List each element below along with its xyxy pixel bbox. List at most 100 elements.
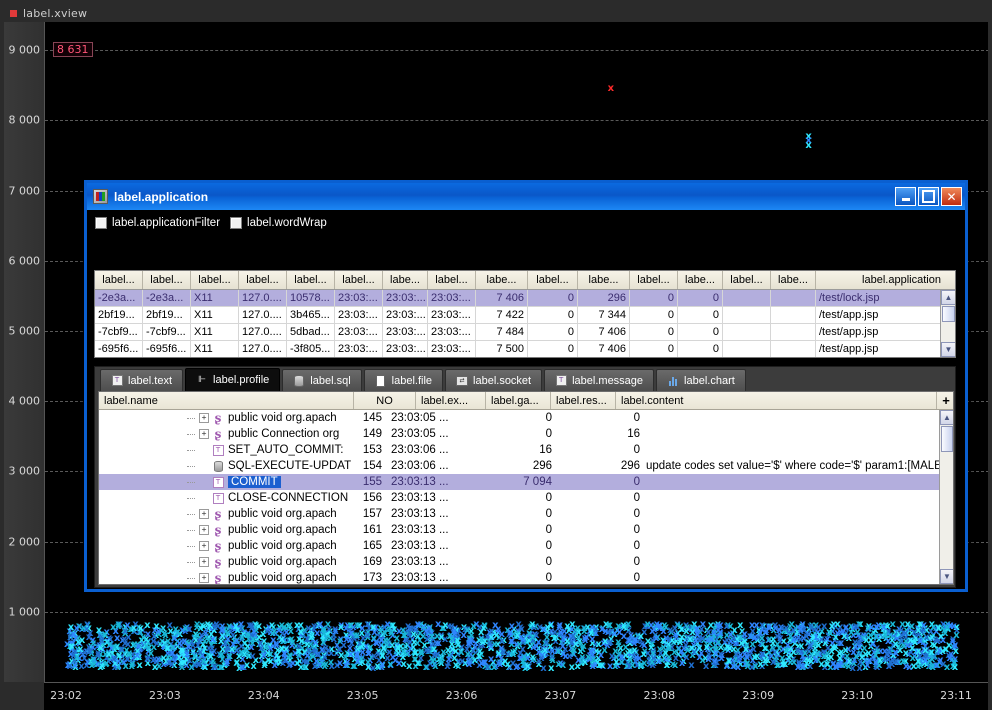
table-row[interactable]: -2e3a... -2e3a... X11 127.0.... 10578... 23:0… — [95, 290, 955, 307]
tree-row[interactable]: + ʂ public void org.apach 165 23:03:13 ... 0 0 — [99, 538, 953, 554]
profile-tree-table[interactable]: label.name NO label.ex... label.ga... label.… — [98, 391, 954, 585]
column-header[interactable]: label.res... — [551, 392, 616, 409]
scatter-point: x — [511, 646, 519, 658]
tree-row[interactable]: + ʂ public void org.apach 157 23:03:13 ... 0 0 — [99, 506, 953, 522]
expand-toggle-icon[interactable]: + — [199, 525, 209, 535]
expand-toggle-icon[interactable]: + — [199, 573, 209, 583]
column-header[interactable]: label.ga... — [486, 392, 551, 409]
tree-row[interactable]: + ʂ public void org.apach 173 23:03:13 ... 0 0 — [99, 570, 953, 584]
column-header[interactable]: label... — [428, 271, 476, 289]
tab-chart[interactable]: label.chart — [656, 369, 746, 391]
column-header[interactable]: label... — [723, 271, 771, 289]
table-cell: 23:03:... — [335, 290, 383, 306]
application-table-body[interactable]: -2e3a... -2e3a... X11 127.0.... 10578... 23:0… — [95, 290, 955, 357]
scatter-point: x — [473, 619, 480, 631]
column-header[interactable]: labe... — [578, 271, 630, 289]
expand-toggle-icon[interactable]: + — [199, 541, 209, 551]
application-titlebar[interactable]: label.application ✕ — [87, 183, 965, 210]
profile-tree-body[interactable]: + ʂ public void org.apach 145 23:03:05 ... 0 0… — [99, 410, 953, 584]
tree-row[interactable]: + ʂ public void org.apach 169 23:03:13 ... 0 0 — [99, 554, 953, 570]
scatter-point: x — [535, 655, 543, 667]
scroll-thumb[interactable] — [941, 426, 953, 452]
column-header[interactable]: label... — [191, 271, 239, 289]
column-header[interactable]: label... — [287, 271, 335, 289]
tab-text[interactable]: Tlabel.text — [100, 369, 184, 391]
word-wrap-checkbox[interactable]: label.wordWrap — [230, 217, 327, 229]
scatter-point: x — [271, 625, 278, 637]
column-header[interactable]: labe... — [678, 271, 723, 289]
scatter-point: x — [282, 623, 290, 635]
column-header[interactable]: label... — [143, 271, 191, 289]
scatter-point: x — [851, 654, 858, 666]
scatter-point: x — [682, 619, 690, 631]
scatter-point: x — [257, 638, 264, 650]
column-header[interactable]: label.ex... — [416, 392, 486, 409]
column-header[interactable]: labe... — [771, 271, 816, 289]
application-table-header[interactable]: label... label... label... label... label...… — [95, 271, 955, 290]
scatter-point: x — [705, 653, 712, 665]
expand-toggle-icon[interactable]: + — [199, 557, 209, 567]
scatter-point: x — [575, 632, 582, 644]
table-row[interactable]: -7cbf9... -7cbf9... X11 127.0.... 5dbad... 23… — [95, 324, 955, 341]
tree-row[interactable]: + ʂ public void org.apach 145 23:03:05 ... 0 0 — [99, 410, 953, 426]
column-header[interactable]: label... — [335, 271, 383, 289]
scatter-point: x — [181, 648, 189, 660]
scatter-point: x — [501, 655, 509, 667]
scatter-point: x — [711, 655, 718, 667]
application-table-scrollbar[interactable]: ▲ ▼ — [940, 290, 955, 357]
profile-tree-header[interactable]: label.name NO label.ex... label.ga... label.… — [99, 392, 953, 410]
expand-toggle-icon[interactable]: + — [199, 509, 209, 519]
checkbox-icon[interactable] — [230, 217, 243, 229]
tree-row[interactable]: + ʂ public Connection org 149 23:03:05 ... 0 1… — [99, 426, 953, 442]
scatter-point: x — [412, 624, 419, 636]
scroll-down-icon[interactable]: ▼ — [941, 342, 955, 357]
profile-tree-scrollbar[interactable]: ▲ ▼ — [939, 410, 953, 584]
scatter-point: x — [915, 628, 923, 640]
close-button[interactable]: ✕ — [941, 187, 962, 206]
application-table[interactable]: label... label... label... label... label...… — [94, 270, 956, 358]
y-axis-tick: 1 000 — [8, 605, 41, 619]
tab-sql[interactable]: label.sql — [282, 369, 362, 391]
column-header[interactable]: label... — [528, 271, 578, 289]
column-header[interactable]: label... — [95, 271, 143, 289]
tab-message[interactable]: Tlabel.message — [544, 369, 655, 391]
column-header[interactable]: NO — [354, 392, 416, 409]
scatter-point: x — [613, 657, 620, 669]
scatter-point: x — [725, 654, 732, 666]
table-row[interactable]: -695f6... -695f6... X11 127.0.... -3f805... 2… — [95, 341, 955, 357]
column-header[interactable]: labe... — [383, 271, 428, 289]
column-header[interactable]: label.application — [816, 271, 955, 289]
column-header[interactable]: label... — [630, 271, 678, 289]
scatter-point: x — [678, 624, 685, 636]
scatter-point: x — [530, 622, 538, 634]
expand-toggle-icon[interactable]: + — [199, 413, 209, 423]
tab-file[interactable]: label.file — [363, 369, 444, 391]
column-header[interactable]: label.content — [616, 392, 937, 409]
scatter-point: x — [694, 623, 701, 635]
tree-row[interactable]: + ʂ public void org.apach 161 23:03:13 ... 0 0 — [99, 522, 953, 538]
tree-row[interactable]: T CLOSE-CONNECTION 156 23:03:13 ... 0 0 — [99, 490, 953, 506]
column-header[interactable]: label.name — [99, 392, 354, 409]
tree-row[interactable]: T COMMIT 155 23:03:13 ... 7 094 0 — [99, 474, 953, 490]
column-header[interactable]: labe... — [476, 271, 528, 289]
scatter-point: x — [472, 641, 479, 653]
application-filter-checkbox[interactable]: label.applicationFilter — [95, 217, 220, 229]
scatter-point: x — [346, 642, 354, 654]
tree-row[interactable]: SQL-EXECUTE-UPDAT 154 23:03:06 ... 296 296 up… — [99, 458, 953, 474]
scatter-point: x — [836, 621, 844, 633]
tab-profile[interactable]: ⊩ label.profile — [185, 368, 281, 391]
scroll-up-icon[interactable]: ▲ — [941, 290, 955, 305]
tree-row[interactable]: T SET_AUTO_COMMIT: 153 23:03:06 ... 16 0 — [99, 442, 953, 458]
maximize-button[interactable] — [918, 187, 939, 206]
tab-socket[interactable]: ⇄ label.socket — [445, 369, 543, 391]
column-header[interactable]: label... — [239, 271, 287, 289]
table-row[interactable]: 2bf19... 2bf19... X11 127.0.... 3b465... 23:0… — [95, 307, 955, 324]
checkbox-icon[interactable] — [95, 217, 107, 229]
minimize-button[interactable] — [895, 187, 916, 206]
scroll-thumb[interactable] — [942, 306, 955, 322]
add-column-button[interactable]: + — [937, 392, 953, 409]
expand-toggle-icon[interactable]: + — [199, 429, 209, 439]
scroll-up-icon[interactable]: ▲ — [940, 410, 953, 425]
detail-tabstrip[interactable]: Tlabel.text ⊩ label.profile label.sql label.… — [95, 367, 955, 391]
scroll-down-icon[interactable]: ▼ — [940, 569, 953, 584]
